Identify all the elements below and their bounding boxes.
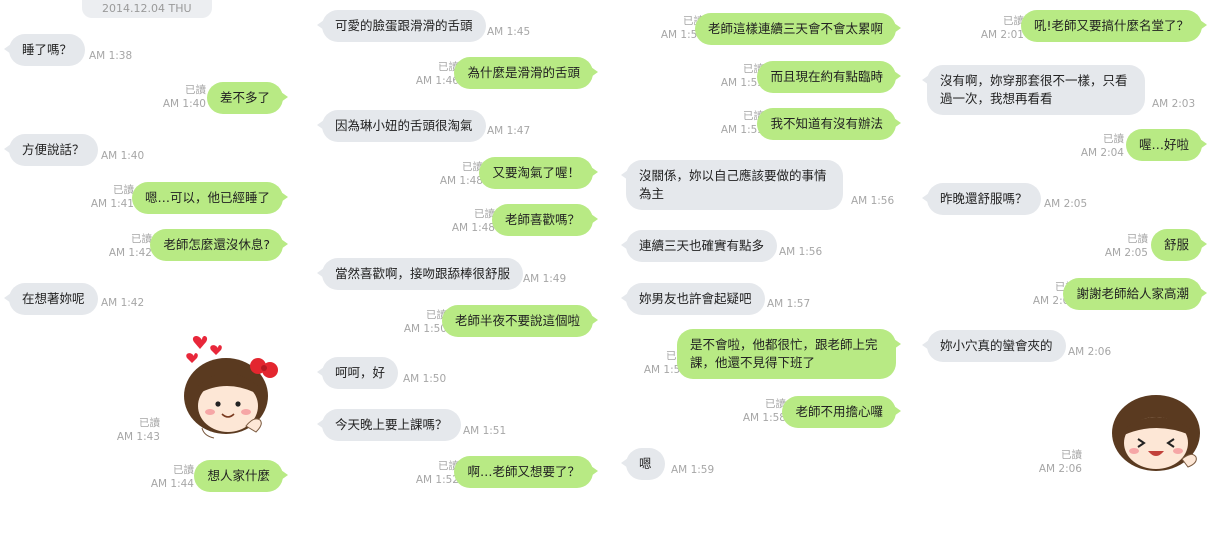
sent-bubble[interactable]: 老師喜歡嗎？ (491, 204, 599, 236)
chat-column-1: 2014.12.04 THU 睡了嗎？ AM 1:38 已讀 AM 1:40 差… (0, 0, 300, 545)
received-bubble[interactable]: 呵呵，好 (316, 357, 399, 389)
sent-bubble[interactable]: 老師半夜不要說這個啦 (441, 305, 599, 337)
received-bubble[interactable]: 連續三天也確實有點多 (620, 230, 778, 262)
sent-bubble[interactable]: 我不知道有沒有辦法 (757, 108, 901, 140)
chat-column-3: 已讀 AM 1:54 老師這樣連續三天會不會太累啊 已讀 AM 1:55 而且現… (613, 0, 913, 545)
timestamp: AM 1:50 (403, 373, 447, 385)
sent-bubble[interactable]: 謝謝老師給人家高潮 (1063, 278, 1207, 310)
timestamp: AM 2:03 (1152, 98, 1196, 110)
read-receipt: 已讀 (185, 84, 206, 96)
timestamp: AM 1:44 (150, 478, 194, 490)
girl-hearts-sticker[interactable] (180, 330, 290, 442)
read-receipt: 已讀 (173, 464, 194, 476)
timestamp: AM 1:46 (415, 75, 459, 87)
timestamp: AM 1:43 (116, 431, 160, 443)
read-receipt: 已讀 (1061, 449, 1082, 461)
sent-bubble[interactable]: 老師不用擔心囉 (782, 396, 901, 428)
timestamp: AM 1:50 (403, 323, 447, 335)
date-separator: 2014.12.04 THU (82, 0, 212, 18)
read-receipt: 已讀 (131, 233, 152, 245)
sent-bubble[interactable]: 是不會啦，他都很忙，跟老師上完課，他還不見得下班了 (677, 329, 901, 379)
timestamp: AM 1:42 (108, 247, 152, 259)
chat-column-2: 可愛的臉蛋跟滑滑的舌頭 AM 1:45 已讀 AM 1:46 為什麼是滑滑的舌頭… (310, 0, 610, 545)
chat-column-4: 已讀 AM 2:01 吼!老師又要搞什麼名堂了？ 沒有啊，妳穿那套很不一樣，只看… (914, 0, 1210, 545)
sent-bubble[interactable]: 舒服 (1150, 229, 1208, 261)
timestamp: AM 1:38 (89, 50, 133, 62)
received-bubble[interactable]: 睡了嗎？ (3, 34, 86, 66)
read-receipt: 已讀 (113, 184, 134, 196)
timestamp: AM 1:49 (523, 273, 567, 285)
received-bubble[interactable]: 沒關係，妳以自己應該要做的事情為主 (621, 160, 843, 210)
received-bubble[interactable]: 因為琳小妞的舌頭很淘氣 (317, 110, 486, 142)
girl-laughing-sticker[interactable] (1098, 385, 1210, 475)
received-bubble[interactable]: 妳小穴真的蠻會夾的 (922, 330, 1066, 362)
read-receipt: 已讀 (1127, 233, 1148, 245)
timestamp: AM 1:48 (451, 222, 495, 234)
sent-bubble[interactable]: 又要淘氣了喔！ (479, 157, 598, 189)
sent-bubble[interactable]: 想人家什麼 (194, 460, 288, 492)
sent-bubble[interactable]: 差不多了 (206, 82, 289, 114)
timestamp: AM 1:57 (767, 298, 811, 310)
sent-bubble[interactable]: 而且現在約有點臨時 (757, 61, 901, 93)
timestamp: AM 1:41 (90, 198, 134, 210)
timestamp: AM 2:05 (1044, 198, 1088, 210)
timestamp: AM 1:47 (487, 125, 531, 137)
sent-bubble[interactable]: 嗯…可以，他已經睡了 (131, 182, 289, 214)
received-bubble[interactable]: 當然喜歡啊，接吻跟舔棒很舒服 (316, 258, 524, 290)
sent-bubble[interactable]: 老師怎麼還沒休息? (150, 229, 288, 261)
timestamp: AM 2:01 (980, 29, 1024, 41)
timestamp: AM 1:40 (101, 150, 145, 162)
timestamp: AM 2:06 (1038, 463, 1082, 475)
sent-bubble[interactable]: 啊…老師又想要了？ (454, 456, 598, 488)
timestamp: AM 1:42 (101, 297, 145, 309)
read-receipt: 已讀 (139, 417, 160, 429)
received-bubble[interactable]: 可愛的臉蛋跟滑滑的舌頭 (317, 10, 486, 42)
received-bubble[interactable]: 方便說話？ (4, 134, 98, 166)
received-bubble[interactable]: 在想著妳呢 (4, 283, 98, 315)
timestamp: AM 1:40 (162, 98, 206, 110)
sent-bubble[interactable]: 吼!老師又要搞什麼名堂了？ (1020, 10, 1208, 42)
received-bubble[interactable]: 今天晚上要上課嗎？ (317, 409, 461, 441)
timestamp: AM 1:56 (851, 195, 895, 207)
sent-bubble[interactable]: 老師這樣連續三天會不會太累啊 (694, 13, 902, 45)
received-bubble[interactable]: 沒有啊，妳穿那套很不一樣，只看過一次，我想再看看 (922, 65, 1145, 115)
timestamp: AM 2:06 (1068, 346, 1112, 358)
timestamp: AM 1:56 (779, 246, 823, 258)
timestamp: AM 2:04 (1080, 147, 1124, 159)
received-bubble[interactable]: 嗯 (621, 448, 665, 480)
timestamp: AM 2:05 (1104, 247, 1148, 259)
received-bubble[interactable]: 妳男友也許會起疑吧 (621, 283, 765, 315)
timestamp: AM 1:52 (415, 474, 459, 486)
timestamp: AM 1:58 (742, 412, 786, 424)
sent-bubble[interactable]: 喔…好啦 (1125, 129, 1208, 161)
timestamp: AM 1:51 (463, 425, 507, 437)
read-receipt: 已讀 (1103, 133, 1124, 145)
timestamp: AM 1:59 (671, 464, 715, 476)
timestamp: AM 1:45 (487, 26, 531, 38)
received-bubble[interactable]: 昨晚還舒服嗎？ (922, 183, 1041, 215)
timestamp: AM 1:48 (439, 175, 483, 187)
sent-bubble[interactable]: 為什麼是滑滑的舌頭 (454, 57, 598, 89)
